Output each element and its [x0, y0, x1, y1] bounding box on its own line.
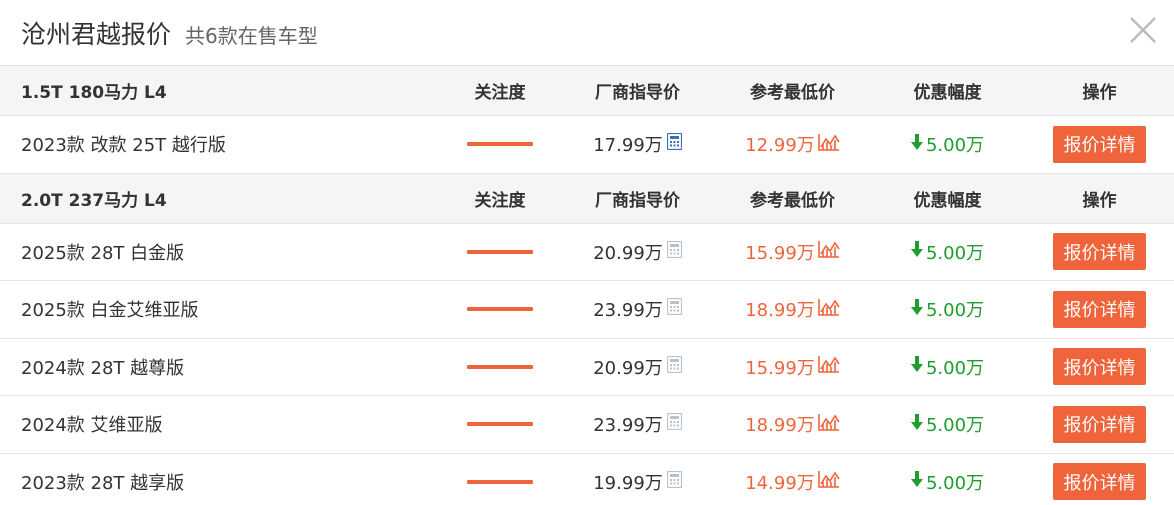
- attention-bar: [467, 364, 533, 369]
- engine-group-header: 1.5T 180马力 L4 关注度 厂商指导价 参考最低价 优惠幅度 操作: [0, 66, 1174, 116]
- column-header-attention: 关注度: [474, 83, 526, 103]
- arrow-down-icon: [910, 413, 923, 435]
- column-header-discount: 优惠幅度: [913, 83, 982, 103]
- lowest-price: 18.99万: [745, 415, 815, 437]
- attention-bar: [467, 249, 533, 254]
- discount-value: 5.00万: [925, 300, 985, 322]
- model-name: 2023款 改款 25T 越行版: [21, 135, 226, 157]
- lowest-price: 15.99万: [745, 242, 815, 264]
- model-name: 2023款 28T 越享版: [21, 472, 185, 494]
- calculator-icon[interactable]: [666, 355, 682, 378]
- price-trend-chart-icon[interactable]: [817, 413, 840, 436]
- attention-bar: [467, 422, 533, 427]
- lowest-price: 15.99万: [745, 357, 815, 379]
- column-header-operation: 操作: [1082, 83, 1117, 103]
- calculator-icon[interactable]: [666, 133, 682, 155]
- discount-value: 5.00万: [925, 135, 985, 157]
- arrow-down-icon: [910, 241, 923, 262]
- price-trend-chart-icon[interactable]: [817, 470, 840, 493]
- quote-details-button[interactable]: 报价详情: [1053, 233, 1146, 271]
- column-header-attention: 关注度: [474, 190, 526, 211]
- model-name: 2025款 28T 白金版: [21, 242, 185, 264]
- arrow-down-icon: [910, 133, 923, 155]
- lowest-price: 14.99万: [745, 472, 815, 494]
- arrow-down-icon: [910, 471, 923, 492]
- quote-details-button[interactable]: 报价详情: [1053, 405, 1146, 443]
- dialog-header: 沧州君越报价 共6款在售车型: [0, 0, 1174, 66]
- calculator-icon[interactable]: [666, 240, 682, 263]
- page-title: 沧州君越报价: [21, 19, 172, 49]
- price-trend-chart-icon[interactable]: [817, 298, 840, 321]
- column-header-operation: 操作: [1082, 190, 1117, 211]
- table-row: 2025款 白金艾维亚版 23.99万 18.99万 5.00万 报价详情: [0, 281, 1174, 339]
- guide-price: 23.99万: [593, 300, 663, 322]
- table-row: 2024款 28T 越尊版 20.99万 15.99万 5.00万 报价详情: [0, 338, 1174, 396]
- quote-details-button[interactable]: 报价详情: [1053, 125, 1146, 163]
- table-row: 2024款 艾维亚版 23.99万 18.99万 5.00万 报价详情: [0, 396, 1174, 454]
- discount-value: 5.00万: [925, 472, 985, 494]
- discount-value: 5.00万: [925, 242, 985, 264]
- close-icon[interactable]: [1128, 15, 1158, 45]
- price-trend-chart-icon[interactable]: [817, 355, 840, 378]
- model-count: 共6款在售车型: [185, 23, 318, 48]
- calculator-icon[interactable]: [666, 298, 682, 320]
- attention-bar: [467, 479, 533, 484]
- discount-value: 5.00万: [925, 357, 985, 379]
- quote-dialog: 沧州君越报价 共6款在售车型 1.5T 180马力 L4 关注度 厂商指导价 参考最低…: [0, 0, 1174, 505]
- engine-group-name: 1.5T 180马力 L4: [21, 83, 167, 103]
- model-name: 2025款 白金艾维亚版: [21, 300, 199, 322]
- column-header-lowest-price: 参考最低价: [750, 190, 835, 211]
- price-trend-chart-icon[interactable]: [817, 133, 840, 156]
- guide-price: 23.99万: [593, 415, 663, 437]
- engine-group-name: 2.0T 237马力 L4: [21, 190, 167, 211]
- model-name: 2024款 艾维亚版: [21, 415, 163, 437]
- quote-details-button[interactable]: 报价详情: [1053, 463, 1146, 501]
- lowest-price: 12.99万: [745, 135, 815, 157]
- column-header-lowest-price: 参考最低价: [750, 83, 835, 103]
- engine-group-header: 2.0T 237马力 L4 关注度 厂商指导价 参考最低价 优惠幅度 操作: [0, 173, 1174, 224]
- lowest-price: 18.99万: [745, 300, 815, 322]
- column-header-discount: 优惠幅度: [913, 190, 982, 211]
- quote-table: 1.5T 180马力 L4 关注度 厂商指导价 参考最低价 优惠幅度 操作 2023款 改款…: [0, 66, 1174, 505]
- arrow-down-icon: [910, 356, 923, 377]
- attention-bar: [467, 142, 533, 147]
- guide-price: 20.99万: [593, 357, 663, 379]
- quote-details-button[interactable]: 报价详情: [1053, 290, 1146, 328]
- calculator-icon[interactable]: [666, 470, 682, 493]
- guide-price: 20.99万: [593, 242, 663, 264]
- discount-value: 5.00万: [925, 415, 985, 437]
- attention-bar: [467, 307, 533, 312]
- guide-price: 19.99万: [593, 472, 663, 494]
- column-header-guide-price: 厂商指导价: [595, 190, 680, 211]
- arrow-down-icon: [910, 298, 923, 320]
- calculator-icon[interactable]: [666, 413, 682, 435]
- table-row: 2023款 28T 越享版 19.99万 14.99万 5.00万 报价详情: [0, 453, 1174, 505]
- guide-price: 17.99万: [593, 135, 663, 157]
- column-header-guide-price: 厂商指导价: [595, 83, 680, 103]
- table-row: 2023款 改款 25T 越行版 17.99万 12.99万 5.00万 报价详情: [0, 116, 1174, 174]
- model-name: 2024款 28T 越尊版: [21, 357, 185, 379]
- table-row: 2025款 28T 白金版 20.99万 15.99万 5.00万 报价详情: [0, 223, 1174, 281]
- price-trend-chart-icon[interactable]: [817, 240, 840, 263]
- quote-details-button[interactable]: 报价详情: [1053, 348, 1146, 386]
